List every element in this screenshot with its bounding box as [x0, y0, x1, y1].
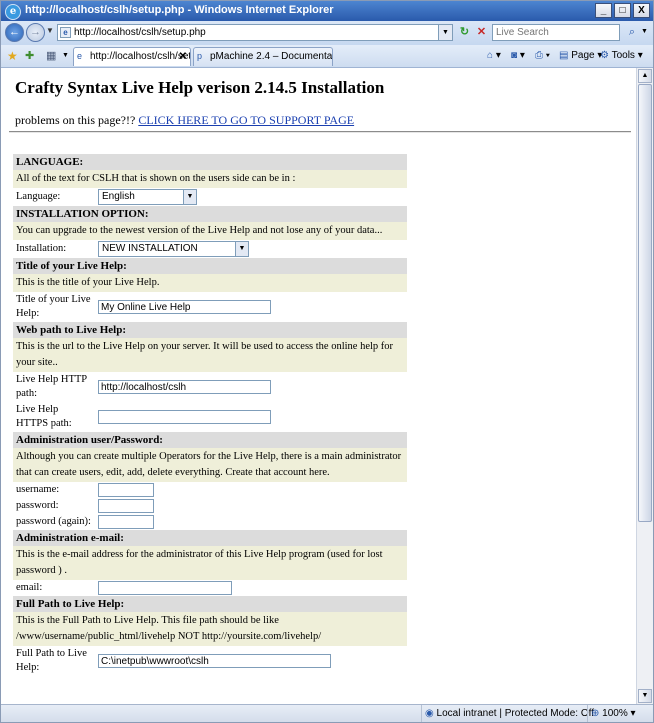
section-desc-fullpath: This is the Full Path to Live Help. This…: [13, 612, 407, 646]
tab-list-dropdown-icon[interactable]: ▼: [62, 52, 69, 59]
tab-toolbar: ★ ✚ ▦ ▼ e http://localhost/cslh/setu... …: [1, 45, 653, 68]
address-dropdown-icon[interactable]: ▼: [438, 25, 452, 40]
http-path-label: Live Help HTTP path:: [13, 372, 95, 402]
section-header-admin: Administration user/Password:: [13, 432, 407, 448]
divider: [9, 131, 631, 133]
intranet-icon: ◉: [425, 708, 434, 719]
section-header-email: Administration e-mail:: [13, 530, 407, 546]
gear-icon: ⚙: [600, 50, 609, 61]
tools-menu-label: Tools: [611, 50, 635, 61]
page-icon: e: [60, 27, 71, 38]
scroll-down-icon[interactable]: ▼: [638, 689, 652, 703]
page-menu-label: Page: [571, 50, 595, 61]
address-input[interactable]: [74, 26, 434, 39]
search-dropdown-icon[interactable]: ▼: [641, 28, 648, 35]
zoom-icon: ⊕: [591, 708, 600, 719]
status-bar: ◉ Local intranet | Protected Mode: Off ⊕…: [1, 704, 653, 722]
tab-pmachine[interactable]: p pMachine 2.4 – Documentati...: [193, 47, 333, 66]
language-select[interactable]: English ▼: [98, 189, 197, 205]
ie-logo-icon: e: [5, 4, 21, 20]
section-desc-installation: You can upgrade to the newest version of…: [13, 222, 407, 240]
tab-setup[interactable]: e http://localhost/cslh/setu... ✕: [73, 47, 191, 66]
tools-menu[interactable]: ⚙ Tools ▾: [600, 50, 643, 61]
browser-window: e http://localhost/cslh/setup.php - Wind…: [0, 0, 654, 723]
install-form: LANGUAGE: All of the text for CSLH that …: [13, 154, 407, 676]
section-header-fullpath: Full Path to Live Help:: [13, 596, 407, 612]
zone-text: Local intranet | Protected Mode: Off: [436, 708, 595, 719]
password-label: password:: [13, 498, 95, 514]
search-input[interactable]: [493, 25, 619, 40]
full-path-input[interactable]: [98, 654, 331, 668]
username-label: username:: [13, 482, 95, 498]
page-menu[interactable]: ▤ Page ▾: [559, 50, 602, 61]
full-path-label: Full Path to Live Help:: [13, 646, 95, 676]
close-button[interactable]: X: [633, 3, 650, 18]
search-box[interactable]: [492, 24, 620, 41]
email-input[interactable]: [98, 581, 232, 595]
email-label: email:: [13, 580, 95, 596]
feeds-icon[interactable]: ◙ ▾: [511, 50, 525, 61]
maximize-button[interactable]: □: [614, 3, 631, 18]
minimize-button[interactable]: _: [595, 3, 612, 18]
chevron-down-icon: ▼: [235, 242, 248, 256]
window-title: http://localhost/cslh/setup.php - Window…: [25, 4, 334, 16]
print-icon[interactable]: ⎙ ▾: [535, 50, 550, 61]
page-icon: e: [77, 51, 83, 61]
close-tab-icon[interactable]: ✕: [179, 48, 187, 65]
page-title: Crafty Syntax Live Help verison 2.14.5 I…: [15, 78, 385, 97]
username-input[interactable]: [98, 483, 154, 497]
address-bar[interactable]: e ▼: [57, 24, 453, 41]
installation-select[interactable]: NEW INSTALLATION ▼: [98, 241, 249, 257]
refresh-icon[interactable]: ↻: [457, 25, 472, 40]
forward-button[interactable]: →: [26, 23, 45, 42]
section-header-webpath: Web path to Live Help:: [13, 322, 407, 338]
installation-label: Installation:: [13, 240, 95, 258]
password-input[interactable]: [98, 499, 154, 513]
installation-selected: NEW INSTALLATION: [102, 243, 198, 254]
tab-label: http://localhost/cslh/setu...: [90, 51, 191, 62]
title-input[interactable]: [98, 300, 271, 314]
vertical-scrollbar[interactable]: ▲ ▼: [636, 68, 653, 704]
security-zone[interactable]: ◉ Local intranet | Protected Mode: Off: [421, 705, 594, 722]
section-desc-webpath: This is the url to the Live Help on your…: [13, 338, 407, 372]
favorites-star-icon[interactable]: ★: [7, 49, 18, 63]
section-desc-email: This is the e-mail address for the admin…: [13, 546, 407, 580]
support-link[interactable]: CLICK HERE TO GO TO SUPPORT PAGE: [138, 113, 354, 127]
language-label: Language:: [13, 188, 95, 206]
title-bar: e http://localhost/cslh/setup.php - Wind…: [1, 1, 653, 21]
support-prefix: problems on this page?!?: [15, 113, 139, 127]
home-icon[interactable]: ⌂ ▾: [487, 50, 501, 61]
tab-label: pMachine 2.4 – Documentati...: [210, 51, 333, 62]
scroll-up-icon[interactable]: ▲: [638, 69, 652, 83]
http-path-input[interactable]: [98, 380, 271, 394]
section-header-title: Title of your Live Help:: [13, 258, 407, 274]
section-header-language: LANGUAGE:: [13, 154, 407, 170]
page-viewport: Crafty Syntax Live Help verison 2.14.5 I…: [1, 68, 636, 704]
section-header-installation: INSTALLATION OPTION:: [13, 206, 407, 222]
section-desc-language: All of the text for CSLH that is shown o…: [13, 170, 407, 188]
https-path-label: Live Help HTTPS path:: [13, 402, 95, 432]
scroll-thumb[interactable]: [638, 84, 652, 522]
section-desc-title: This is the title of your Live Help.: [13, 274, 407, 292]
zoom-text: 100%: [602, 708, 628, 719]
section-desc-admin: Although you can create multiple Operato…: [13, 448, 407, 482]
https-path-input[interactable]: [98, 410, 271, 424]
language-selected: English: [102, 191, 135, 202]
password-again-input[interactable]: [98, 515, 154, 529]
quick-tabs-icon[interactable]: ▦: [46, 49, 56, 62]
back-button[interactable]: ←: [5, 23, 24, 42]
chevron-down-icon: ▼: [183, 190, 196, 204]
add-favorites-icon[interactable]: ✚: [25, 49, 34, 62]
stop-icon[interactable]: ✕: [474, 25, 489, 40]
history-dropdown-icon[interactable]: ▼: [46, 26, 54, 35]
address-toolbar: ← → ▼ e ▼ ↻ ✕ ⌕ ▼: [1, 21, 653, 45]
support-line: problems on this page?!? CLICK HERE TO G…: [15, 113, 354, 128]
page-icon: ▤: [559, 50, 569, 61]
zoom-control[interactable]: ⊕ 100% ▾: [587, 705, 651, 722]
search-icon[interactable]: ⌕: [623, 24, 641, 41]
title-label: Title of your Live Help:: [13, 292, 95, 322]
password-again-label: password (again):: [13, 514, 95, 530]
page-icon: p: [197, 51, 203, 61]
